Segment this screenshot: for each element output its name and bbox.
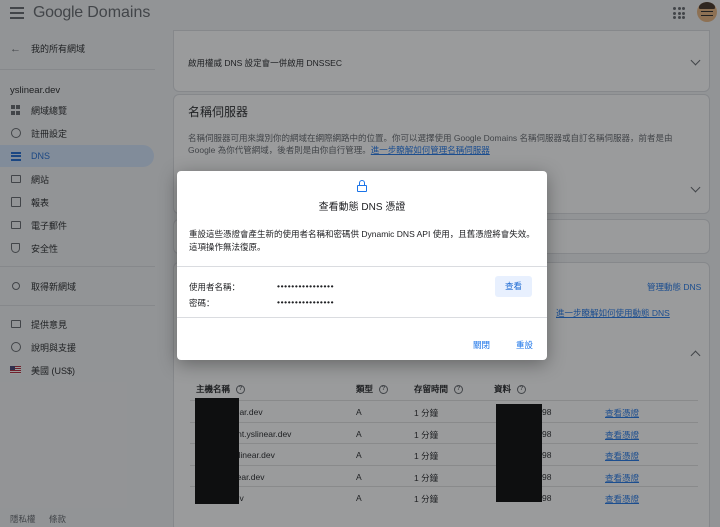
password-value: •••••••••••••••• [277,297,335,307]
username-value: •••••••••••••••• [277,281,335,291]
close-button[interactable]: 關閉 [473,339,490,351]
password-label: 密碼： [189,298,215,308]
reset-button[interactable]: 重設 [516,339,533,351]
view-credentials-button[interactable]: 查看 [495,276,532,297]
dialog-description: 重設這些憑證會產生新的使用者名稱和密碼供 Dynamic DNS API 使用，… [189,229,535,252]
dialog-divider [177,266,547,267]
dialog-title: 查看動態 DNS 憑證 [318,202,406,213]
lock-icon [357,180,367,192]
dialog-divider [177,317,547,318]
dynamic-dns-credentials-dialog: 查看動態 DNS 憑證 重設這些憑證會產生新的使用者名稱和密碼供 Dynamic… [177,171,547,360]
username-label: 使用者名稱： [189,282,241,292]
